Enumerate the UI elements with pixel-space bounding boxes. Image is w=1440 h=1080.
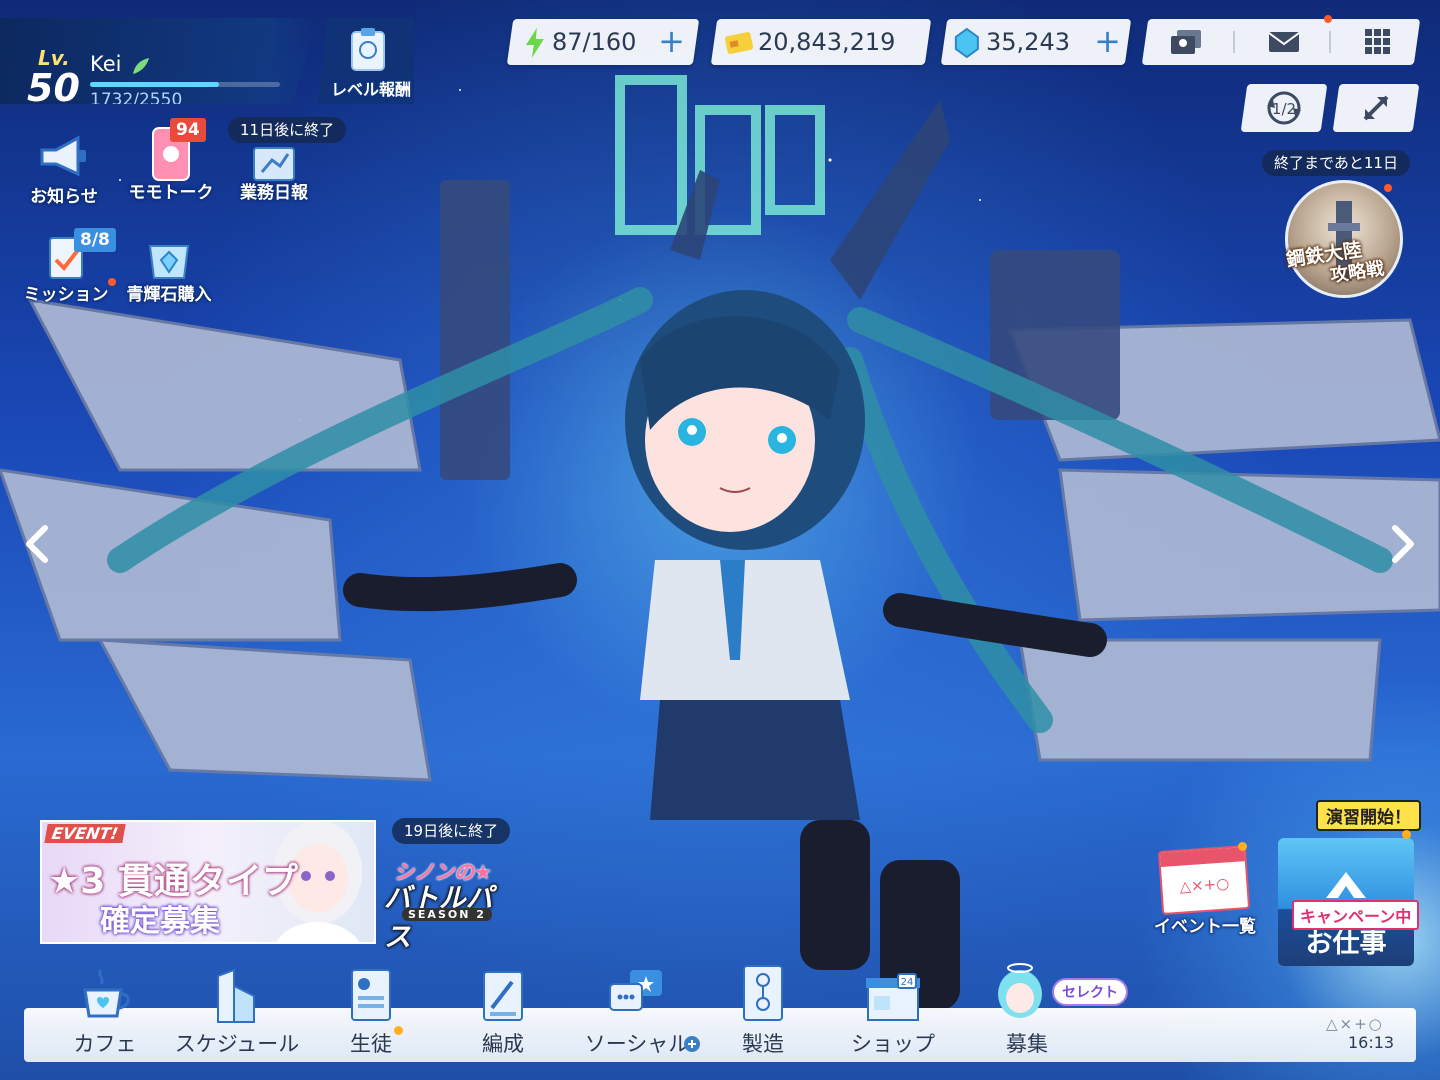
chevron-right-icon — [1392, 525, 1414, 563]
shop-day-number: 24 — [901, 977, 914, 988]
credits-counter[interactable]: 20,843,219 — [710, 19, 932, 65]
momotalk-badge: 94 — [170, 118, 206, 142]
nav-symbols: △×+○ — [1326, 1015, 1384, 1033]
ap-counter[interactable]: 87/160 + — [506, 19, 700, 65]
event-tag: EVENT! — [44, 824, 126, 843]
leaf-icon — [133, 58, 149, 74]
event-list-label: イベント一覧 — [1154, 917, 1256, 937]
daily-report-timer: 11日後に終了 — [228, 117, 347, 143]
nav-craft-label: 製造 — [742, 1032, 784, 1056]
campaign-badge: キャンペーン中 — [1292, 900, 1420, 930]
mission-badge: 8/8 — [74, 228, 116, 252]
ap-value: 87/160 — [552, 28, 637, 56]
svg-text:1/2: 1/2 — [1272, 100, 1296, 118]
level-reward-label: レベル報酬 — [330, 80, 411, 99]
notice-label: お知らせ — [30, 187, 98, 207]
nav-students-label: 生徒 — [350, 1032, 392, 1056]
notice-button[interactable]: お知らせ — [30, 134, 98, 207]
menu-button[interactable] — [1343, 19, 1413, 65]
friends-button[interactable] — [1151, 19, 1221, 65]
grid-menu-icon — [1365, 29, 1390, 54]
page-rotate-icon: 1/2 — [1267, 91, 1301, 125]
fullscreen-button[interactable] — [1332, 84, 1420, 132]
player-name: Kei — [90, 52, 122, 76]
chat-bubbles-icon — [609, 970, 662, 1011]
nav-social-label: ソーシャル — [584, 1032, 690, 1056]
megaphone-icon — [40, 135, 86, 177]
cards-icon — [1171, 30, 1201, 54]
student-card-icon — [351, 969, 391, 1021]
nav-cafe-label: カフェ — [73, 1032, 137, 1056]
pyroxene-add-button[interactable]: + — [1094, 22, 1121, 60]
nav-schedule[interactable]: スケジュール — [172, 962, 302, 1058]
exp-bar — [90, 82, 280, 87]
level-reward-button[interactable]: レベル報酬 — [318, 18, 414, 104]
event-timer: 終了まであと11日 — [1262, 150, 1410, 176]
ap-add-button[interactable]: + — [658, 22, 685, 60]
nav-formation[interactable]: 編成 — [438, 962, 568, 1058]
banner-subtitle: 確定募集 — [100, 904, 220, 939]
job-ribbon: 演習開始！ — [1316, 800, 1421, 831]
event-banner[interactable]: EVENT! ★3 貫通タイプ 確定募集 — [40, 820, 376, 944]
recruit-select-tag: セレクト — [1052, 978, 1128, 1006]
blueprint-icon — [743, 965, 783, 1021]
player-level: 50 — [27, 66, 80, 110]
nav-recruit[interactable]: 募集 — [962, 962, 1092, 1058]
formation-icon — [483, 971, 523, 1021]
job-dot — [1402, 830, 1411, 839]
prev-arrow[interactable] — [16, 520, 56, 568]
nav-formation-label: 編成 — [482, 1032, 524, 1056]
nav-shop[interactable]: 24 ショップ — [828, 962, 958, 1058]
shopping-bag-icon — [148, 245, 190, 279]
system-menu-bar — [1141, 19, 1421, 65]
event-list-button[interactable]: △×+○ — [1157, 845, 1251, 915]
coffee-cup-icon — [83, 969, 130, 1018]
building-icon — [217, 968, 255, 1023]
page-switch-button[interactable]: 1/2 — [1240, 84, 1328, 132]
battle-pass-season: SEASON 2 — [402, 908, 492, 921]
credit-card-icon — [724, 32, 754, 54]
nav-shop-label: ショップ — [851, 1032, 935, 1056]
expand-icon — [1363, 95, 1389, 121]
daily-report-label: 業務日報 — [240, 183, 308, 203]
credits-value: 20,843,219 — [758, 28, 896, 56]
nav-students[interactable]: 生徒 — [306, 962, 436, 1058]
nav-social[interactable]: ソーシャル — [572, 962, 702, 1058]
pyroxene-shop-button[interactable]: 青輝石購入 — [127, 232, 212, 305]
next-arrow[interactable] — [1384, 520, 1424, 568]
pyroxene-counter[interactable]: 35,243 + — [940, 19, 1132, 65]
pyroxene-shop-label: 青輝石購入 — [126, 285, 212, 305]
logo-icon — [1326, 872, 1366, 898]
mail-button[interactable] — [1249, 19, 1319, 65]
students-dot — [394, 1026, 403, 1035]
nav-recruit-label: 募集 — [1006, 1032, 1048, 1056]
crystal-icon — [954, 28, 979, 58]
calendar-symbols: △×+○ — [1178, 874, 1230, 896]
store-icon: 24 — [866, 973, 920, 1021]
battle-pass-button[interactable]: シノンの★ バトルパス SEASON 2 — [384, 852, 496, 953]
event-list-dot — [1238, 842, 1247, 851]
menu-alert-dot — [1324, 15, 1332, 23]
nav-craft[interactable]: 製造 — [698, 962, 828, 1058]
chevron-left-icon — [26, 525, 48, 563]
mail-icon — [1268, 32, 1300, 52]
lightning-icon — [525, 28, 544, 58]
nav-schedule-label: スケジュール — [174, 1032, 300, 1056]
nav-cafe[interactable]: カフェ — [40, 962, 170, 1058]
clock-time: 16:13 — [1348, 1033, 1395, 1052]
daily-report-button[interactable]: 業務日報 — [240, 144, 308, 206]
player-profile[interactable]: Lv. 50 Kei 1732/2550 — [0, 18, 318, 104]
battle-pass-timer: 19日後に終了 — [392, 818, 511, 844]
momotalk-label: モモトーク — [128, 183, 214, 203]
pyroxene-value: 35,243 — [986, 28, 1070, 56]
event-alert-dot — [1384, 184, 1392, 192]
id-card-icon — [351, 28, 385, 71]
